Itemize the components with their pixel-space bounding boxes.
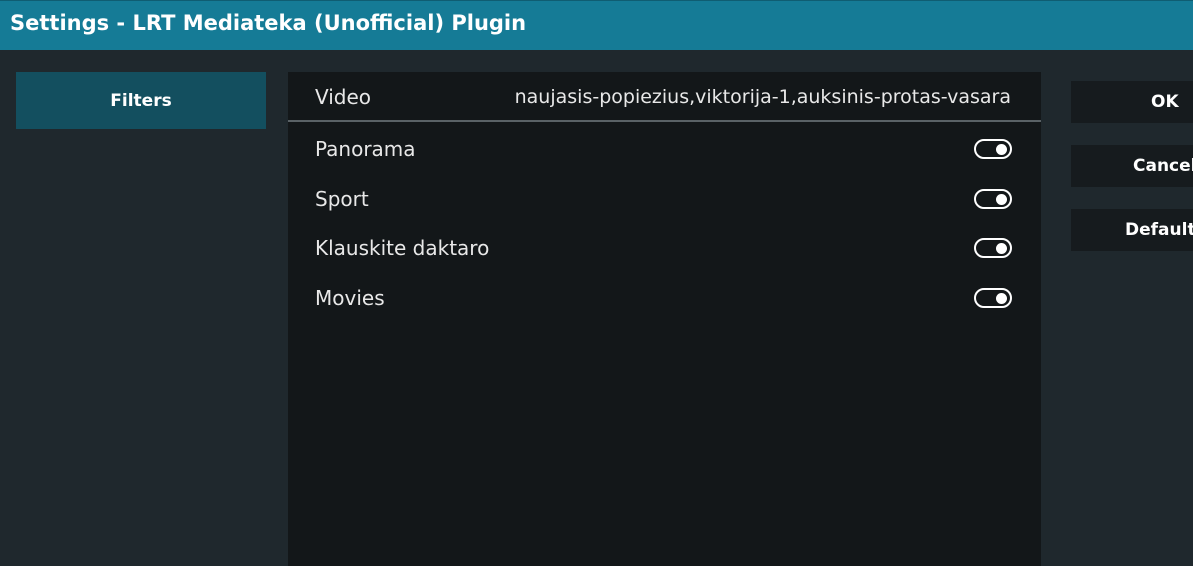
cancel-button-label: Cancel (1133, 156, 1193, 176)
panorama-toggle-icon[interactable] (974, 139, 1012, 159)
defaults-button-label: Defaults (1125, 220, 1193, 240)
category-filters[interactable]: Filters (16, 72, 266, 129)
toggle-knob (996, 242, 1007, 254)
setting-video-value: naujasis-popiezius,viktorija-1,auksinis-… (514, 86, 1011, 108)
ok-button[interactable]: OK (1071, 81, 1193, 123)
setting-klauskite-daktaro[interactable]: Klauskite daktaro (288, 223, 1041, 273)
setting-video[interactable]: Video naujasis-popiezius,viktorija-1,auk… (288, 74, 1041, 122)
ok-button-label: OK (1151, 92, 1179, 112)
toggle-knob (996, 143, 1007, 155)
setting-panorama[interactable]: Panorama (288, 124, 1041, 174)
setting-movies[interactable]: Movies (288, 273, 1041, 323)
category-list: Filters (16, 72, 266, 129)
defaults-button[interactable]: Defaults (1071, 209, 1193, 251)
title-bar: Settings - LRT Mediateka (Unofficial) Pl… (0, 0, 1193, 50)
setting-sport[interactable]: Sport (288, 174, 1041, 224)
settings-dialog: Settings - LRT Mediateka (Unofficial) Pl… (0, 0, 1193, 566)
toggle-knob (996, 292, 1007, 304)
sport-toggle-icon[interactable] (974, 189, 1012, 209)
setting-movies-label: Movies (315, 286, 385, 310)
movies-toggle-icon[interactable] (974, 288, 1012, 308)
setting-panorama-label: Panorama (315, 137, 416, 161)
klauskite-daktaro-toggle-icon[interactable] (974, 238, 1012, 258)
toggle-knob (996, 193, 1007, 205)
dialog-title: Settings - LRT Mediateka (Unofficial) Pl… (10, 11, 527, 35)
cancel-button[interactable]: Cancel (1071, 145, 1193, 187)
setting-klauskite-daktaro-label: Klauskite daktaro (315, 236, 490, 260)
setting-sport-label: Sport (315, 187, 369, 211)
settings-list: Video naujasis-popiezius,viktorija-1,auk… (288, 72, 1041, 566)
setting-video-label: Video (315, 85, 372, 109)
category-filters-label: Filters (110, 90, 172, 111)
